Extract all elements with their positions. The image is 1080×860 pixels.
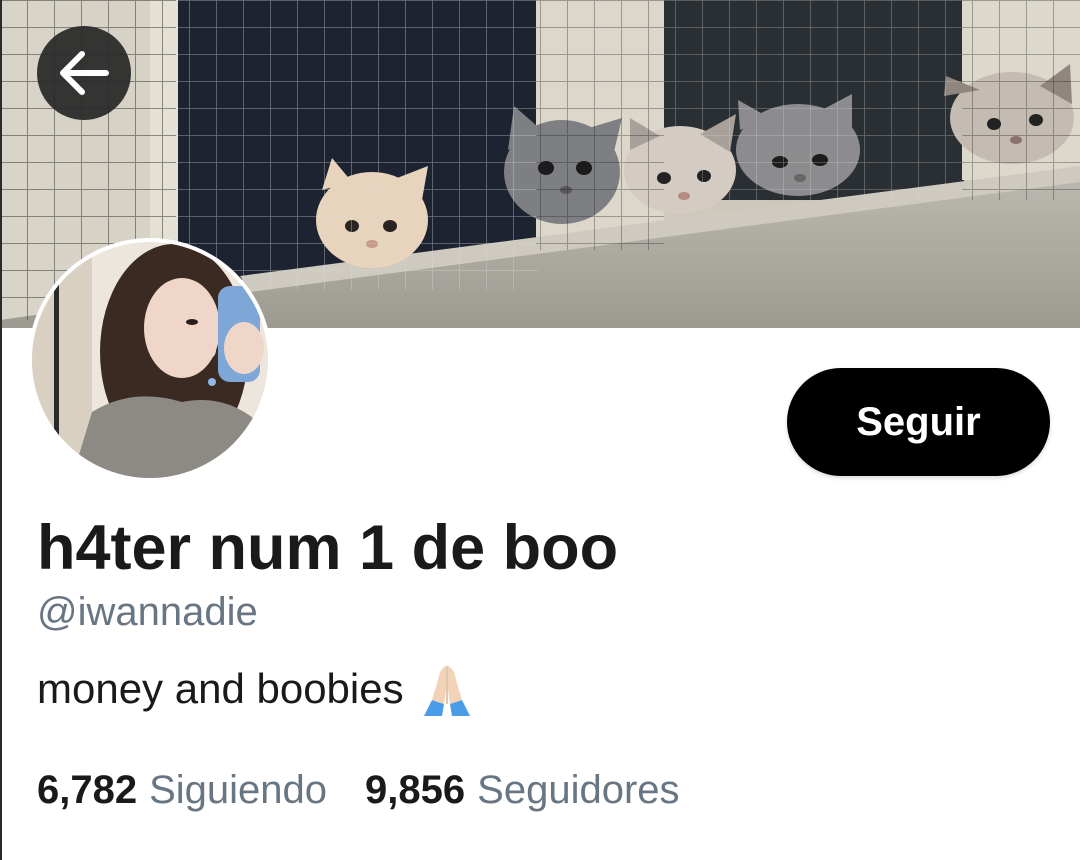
follow-button[interactable]: Seguir xyxy=(787,368,1050,476)
avatar-image xyxy=(32,242,268,478)
screen-edge xyxy=(0,0,2,860)
followers-label: Seguidores xyxy=(477,768,680,812)
bio: money and boobies xyxy=(37,660,476,718)
avatar[interactable] xyxy=(28,238,272,482)
following-count: 6,782 xyxy=(37,768,138,812)
back-button[interactable] xyxy=(37,26,131,120)
display-name: h4ter num 1 de boo xyxy=(37,513,619,583)
following-stat[interactable]: 6,782 Siguiendo xyxy=(37,764,327,816)
user-handle: @iwannadie xyxy=(37,590,258,634)
followers-stat[interactable]: 9,856 Seguidores xyxy=(365,764,679,816)
bio-text: money and boobies xyxy=(37,665,404,712)
profile-stats: 6,782 Siguiendo 9,856 Seguidores xyxy=(37,764,680,816)
profile-page: Seguir h4ter num 1 de boo @iwannadie mon… xyxy=(0,0,1080,860)
following-label: Siguiendo xyxy=(149,768,328,812)
arrow-left-icon xyxy=(60,51,109,95)
followers-count: 9,856 xyxy=(365,768,466,812)
folded-hands-icon xyxy=(418,660,476,718)
